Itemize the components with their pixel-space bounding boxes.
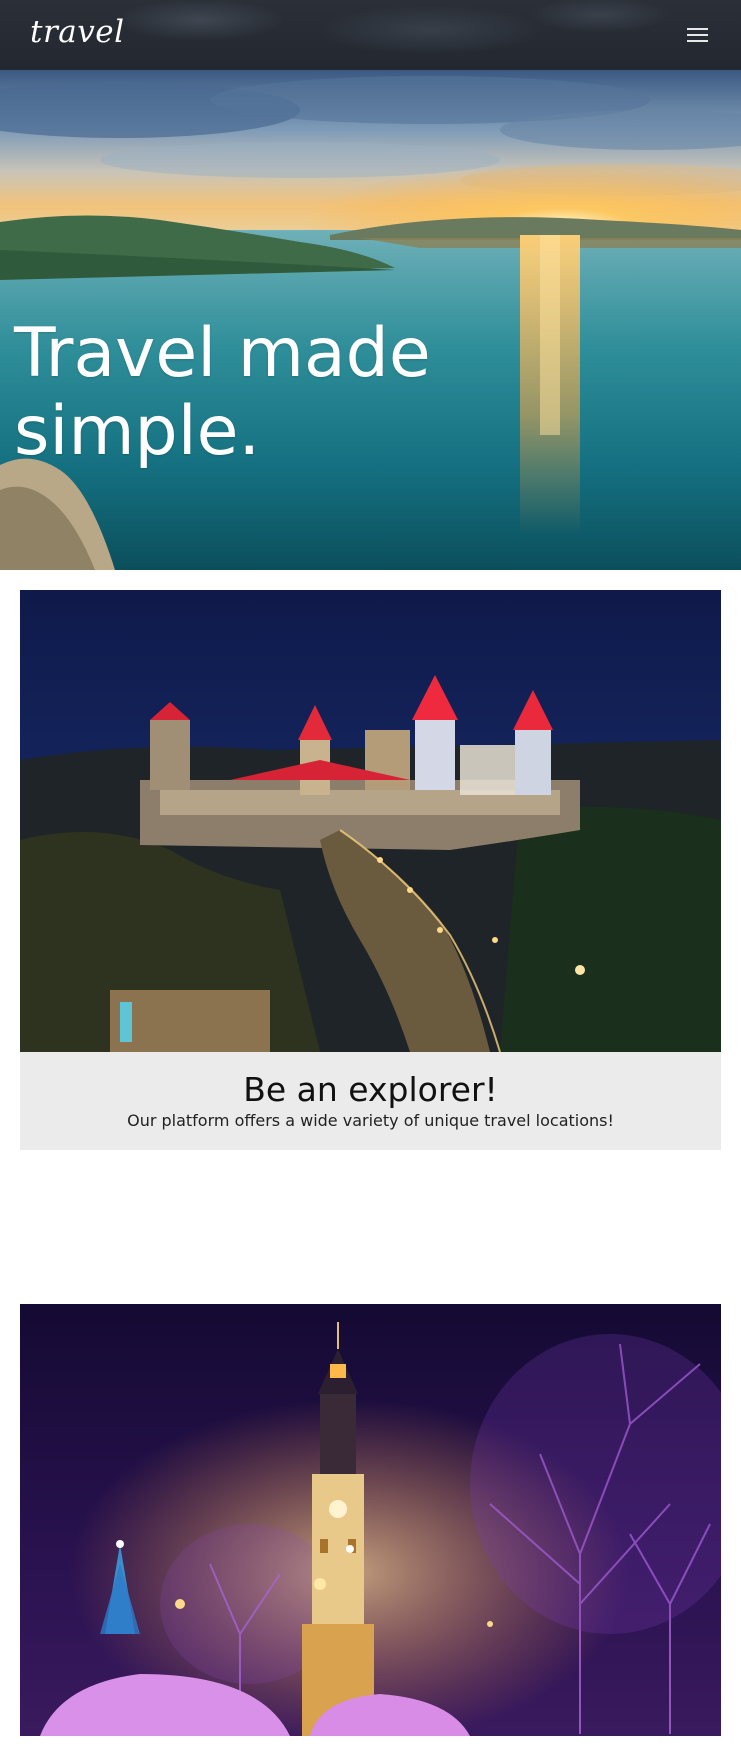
- card-text: Our platform offers a wide variety of un…: [127, 1111, 614, 1130]
- second-photo: [20, 1304, 721, 1736]
- town-hall-image: [20, 1304, 721, 1736]
- card-body: Be an explorer! Our platform offers a wi…: [20, 1052, 721, 1150]
- feature-card: Be an explorer! Our platform offers a wi…: [20, 590, 721, 1150]
- hero-section: Travel made simple.: [0, 70, 741, 570]
- hamburger-menu-icon[interactable]: [683, 24, 713, 48]
- card-title: Be an explorer!: [243, 1070, 498, 1109]
- hero-title: Travel made simple.: [14, 314, 431, 471]
- card-image: [20, 590, 721, 1052]
- logo[interactable]: travel: [30, 14, 125, 50]
- navbar: travel: [0, 0, 741, 70]
